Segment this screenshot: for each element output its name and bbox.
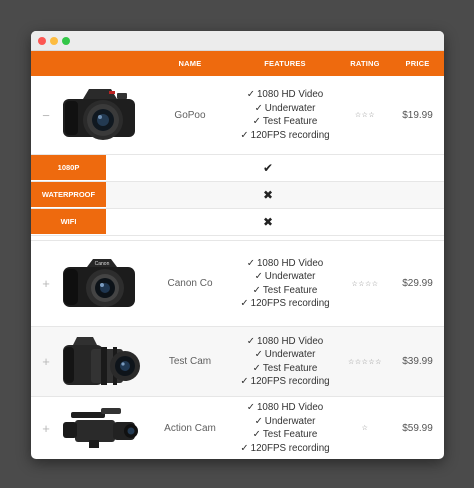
check-icon: ✓ <box>252 429 261 440</box>
camcorder-icon <box>61 402 149 454</box>
detail-label: WATERPROOF <box>31 182 106 208</box>
feature-item: ✓ Underwater <box>254 349 316 360</box>
star-rating: ☆ <box>361 425 369 432</box>
check-icon: ✓ <box>252 284 261 296</box>
header-features[interactable]: FEATURES <box>231 59 339 68</box>
detail-row-waterproof: WATERPROOF ✖ <box>31 182 444 209</box>
check-icon: ✓ <box>246 89 255 100</box>
table-row[interactable]: + Action Cam ✓ 1080 HD Video ✓ Underwater … <box>31 397 444 459</box>
detail-value-check-icon: ✔ <box>262 161 274 175</box>
feature-item: ✓ Test Feature <box>252 116 318 127</box>
product-name: Action Cam <box>164 422 216 434</box>
feature-list: ✓ 1080 HD Video ✓ Underwater ✓ Test Feature… <box>231 88 339 142</box>
detail-label: 1080P <box>31 155 106 181</box>
feature-item: ✓ 120FPS recording <box>240 298 330 309</box>
feature-list: ✓ 1080 HD Video ✓ Underwater ✓ Test Feature… <box>231 335 339 389</box>
collapse-toggle[interactable]: − <box>31 108 61 123</box>
table-row[interactable]: + Test Cam ✓ 1080 HD Video ✓ Underwater ✓ T… <box>31 327 444 397</box>
header-price[interactable]: PRICE <box>391 59 444 68</box>
detail-label: WIFI <box>31 209 106 235</box>
star-rating: ☆☆☆☆☆ <box>348 358 382 366</box>
table-row[interactable]: − GoPoo ✓ 1080 HD Video ✓ Underwater ✓ Test… <box>31 76 444 155</box>
dslr-camera-icon <box>61 85 149 145</box>
header-name[interactable]: NAME <box>149 59 231 68</box>
check-icon: ✓ <box>254 349 263 360</box>
feature-item: ✓ Underwater <box>254 415 316 427</box>
check-icon: ✓ <box>240 442 249 454</box>
title-bar <box>31 31 444 51</box>
check-icon: ✓ <box>252 362 261 374</box>
svg-text:Canon: Canon <box>95 261 110 267</box>
product-price: $39.99 <box>402 356 433 367</box>
table-header: NAME FEATURES RATING PRICE <box>31 51 444 76</box>
feature-item: ✓ 1080 HD Video <box>246 89 324 100</box>
feature-item: ✓ Test Feature <box>252 429 318 440</box>
product-name: GoPoo <box>174 109 206 121</box>
superzoom-camera-icon <box>61 331 149 393</box>
feature-item: ✓ 120FPS recording <box>240 442 330 454</box>
check-icon: ✓ <box>254 271 263 282</box>
maximize-window-button[interactable] <box>62 36 70 45</box>
feature-item: ✓ Test Feature <box>252 284 318 296</box>
feature-item: ✓ Underwater <box>254 102 316 114</box>
feature-list: ✓ 1080 HD Video ✓ Underwater ✓ Test Feature… <box>231 401 339 455</box>
check-icon: ✓ <box>246 402 255 413</box>
product-name: Test Cam <box>168 356 212 367</box>
star-rating: ☆☆☆ <box>354 112 376 119</box>
feature-item: ✓ 1080 HD Video <box>246 335 324 347</box>
expand-toggle[interactable]: + <box>31 354 61 369</box>
feature-item: ✓ 120FPS recording <box>240 129 330 141</box>
product-price: $19.99 <box>402 109 433 121</box>
product-name: Canon Co <box>167 278 213 289</box>
check-icon: ✓ <box>240 376 249 387</box>
check-icon: ✓ <box>252 116 261 127</box>
feature-item: ✓ Test Feature <box>252 362 318 374</box>
expand-toggle[interactable]: + <box>31 276 61 291</box>
star-rating: ☆☆☆☆ <box>351 280 379 288</box>
feature-item: ✓ 1080 HD Video <box>246 257 324 269</box>
check-icon: ✓ <box>240 298 249 309</box>
expand-toggle[interactable]: + <box>31 421 61 436</box>
detail-row-1080p: 1080P ✔ <box>31 155 444 182</box>
check-icon: ✓ <box>254 102 263 114</box>
minimize-window-button[interactable] <box>50 36 58 45</box>
check-icon: ✓ <box>246 257 255 269</box>
feature-list: ✓ 1080 HD Video ✓ Underwater ✓ Test Feature… <box>231 257 339 311</box>
table-row[interactable]: + Canon Canon Co ✓ 1080 HD Video ✓ Underwa… <box>31 241 444 327</box>
bridge-camera-icon: Canon <box>61 255 149 313</box>
product-price: $59.99 <box>402 422 433 434</box>
header-rating[interactable]: RATING <box>339 59 391 68</box>
detail-value-cross-icon: ✖ <box>262 215 274 229</box>
close-window-button[interactable] <box>38 36 46 45</box>
check-icon: ✓ <box>246 335 255 347</box>
detail-value-cross-icon: ✖ <box>262 188 274 202</box>
check-icon: ✓ <box>240 129 249 141</box>
feature-item: ✓ Underwater <box>254 271 316 282</box>
detail-row-wifi: WIFI ✖ <box>31 209 444 236</box>
check-icon: ✓ <box>254 415 263 427</box>
app-window: NAME FEATURES RATING PRICE − GoPoo ✓ 1080… <box>31 31 444 459</box>
feature-item: ✓ 1080 HD Video <box>246 402 324 413</box>
product-price: $29.99 <box>402 278 433 289</box>
feature-item: ✓ 120FPS recording <box>240 376 330 387</box>
